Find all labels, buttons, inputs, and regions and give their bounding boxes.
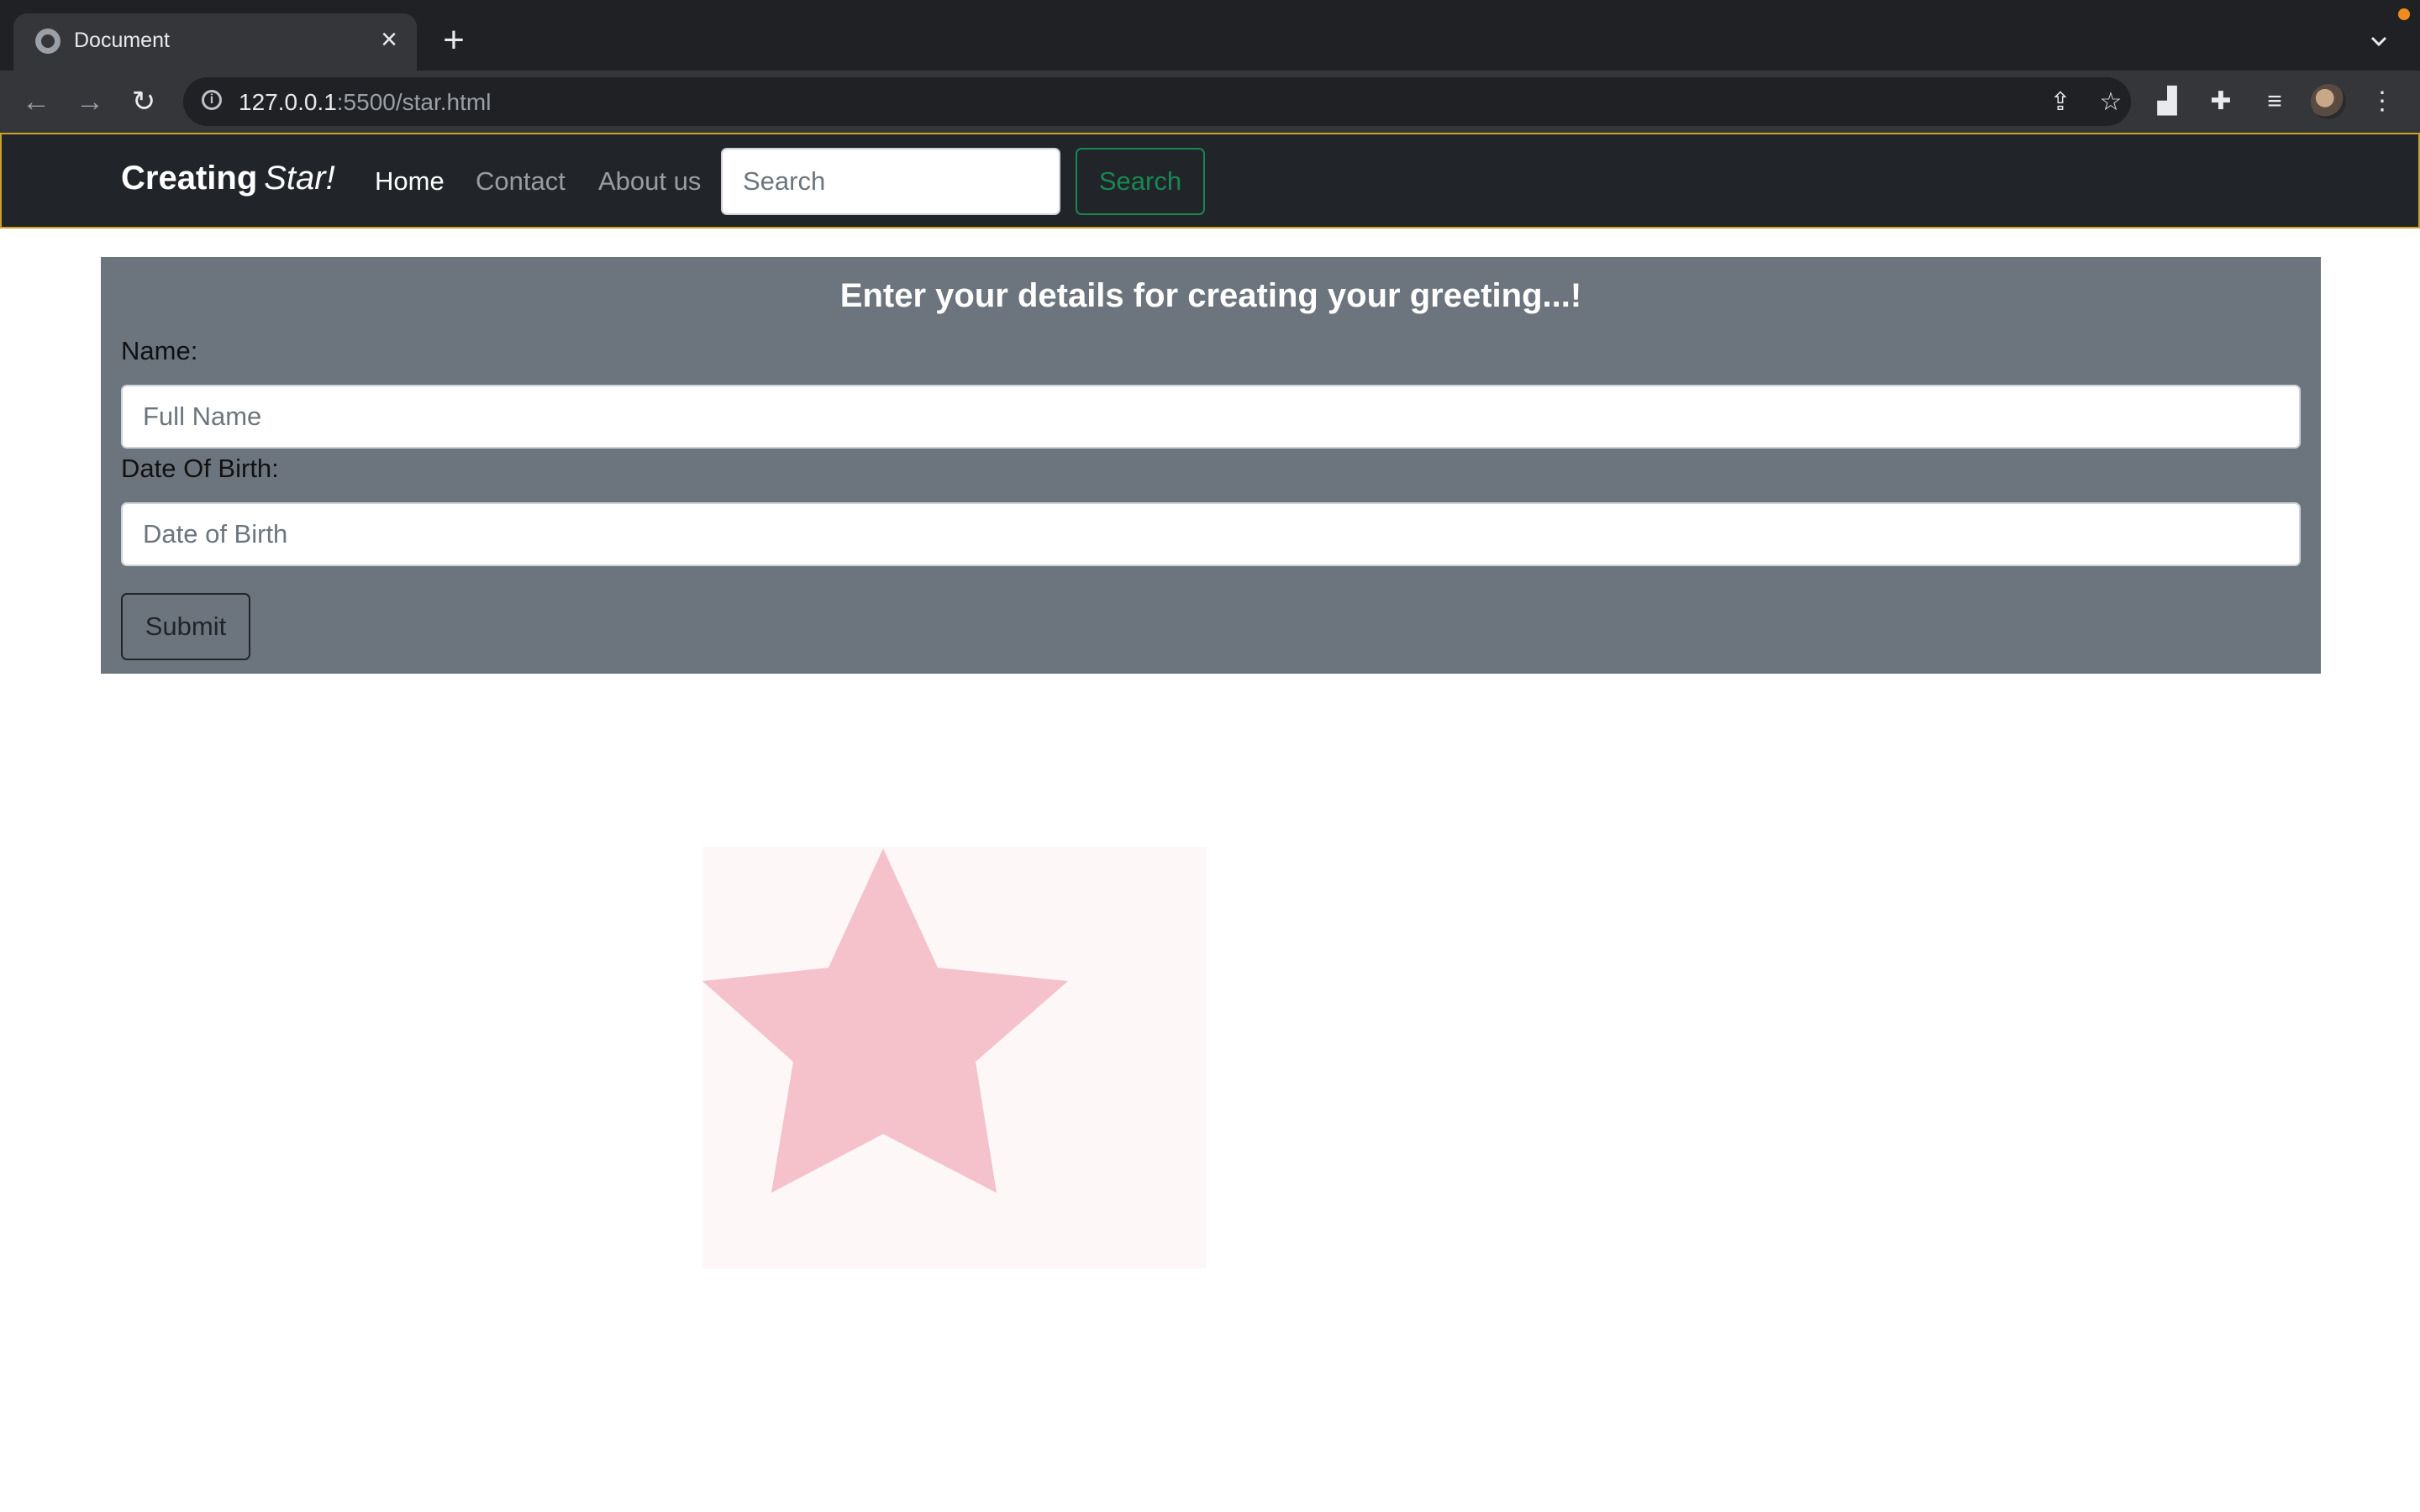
media-queue-icon[interactable]: ≡ xyxy=(2259,86,2291,118)
browser-toolbar: ← → ↻ i 127.0.0.1:5500/star.html ⇪ ☆ ▟ ✚… xyxy=(0,71,2420,133)
star-canvas xyxy=(702,847,1207,1268)
close-tab-icon[interactable]: × xyxy=(375,25,403,54)
reload-icon[interactable]: ↻ xyxy=(126,84,161,119)
nav-link-home[interactable]: Home xyxy=(375,166,445,197)
performance-chart-icon[interactable]: ▟ xyxy=(2151,86,2183,118)
full-name-field[interactable] xyxy=(121,385,2301,449)
site-navbar: Creating Star! Home Contact About us Sear… xyxy=(0,133,2420,228)
forward-arrow-icon[interactable]: → xyxy=(72,84,108,119)
notification-dot xyxy=(2398,8,2410,20)
date-of-birth-field[interactable] xyxy=(121,502,2301,566)
submit-button[interactable]: Submit xyxy=(121,593,250,660)
extensions-puzzle-icon[interactable]: ✚ xyxy=(2205,86,2237,118)
nav-link-contact[interactable]: Contact xyxy=(476,166,566,197)
bookmark-star-icon[interactable]: ☆ xyxy=(2097,89,2124,116)
address-bar[interactable]: i 127.0.0.1:5500/star.html ⇪ ☆ xyxy=(183,77,2131,126)
back-arrow-icon[interactable]: ← xyxy=(18,84,54,119)
profile-avatar[interactable] xyxy=(2311,84,2346,119)
site-info-icon[interactable]: i xyxy=(202,90,222,110)
search-input[interactable] xyxy=(721,148,1060,215)
dob-label: Date Of Birth: xyxy=(121,454,279,483)
new-tab-icon[interactable]: + xyxy=(437,22,471,59)
search-button[interactable]: Search xyxy=(1076,148,1205,215)
browser-tab[interactable]: Document × xyxy=(13,13,417,71)
share-icon[interactable]: ⇪ xyxy=(2047,89,2074,116)
star-shape xyxy=(702,848,1068,1193)
greeting-form-panel: Enter your details for creating your gre… xyxy=(101,257,2321,674)
brand-logo[interactable]: Creating Star! xyxy=(121,160,335,197)
browser-tab-bar: Document × + xyxy=(0,0,2420,71)
nav-link-about[interactable]: About us xyxy=(598,166,701,197)
menu-kebab-icon[interactable]: ⋮ xyxy=(2366,86,2398,118)
tab-search-chevron-icon[interactable] xyxy=(2366,29,2391,54)
url-text[interactable]: 127.0.0.1:5500/star.html xyxy=(239,89,491,116)
form-heading: Enter your details for creating your gre… xyxy=(839,277,1582,314)
tab-title: Document xyxy=(74,29,170,52)
globe-icon xyxy=(35,29,60,54)
name-label: Name: xyxy=(121,336,198,365)
